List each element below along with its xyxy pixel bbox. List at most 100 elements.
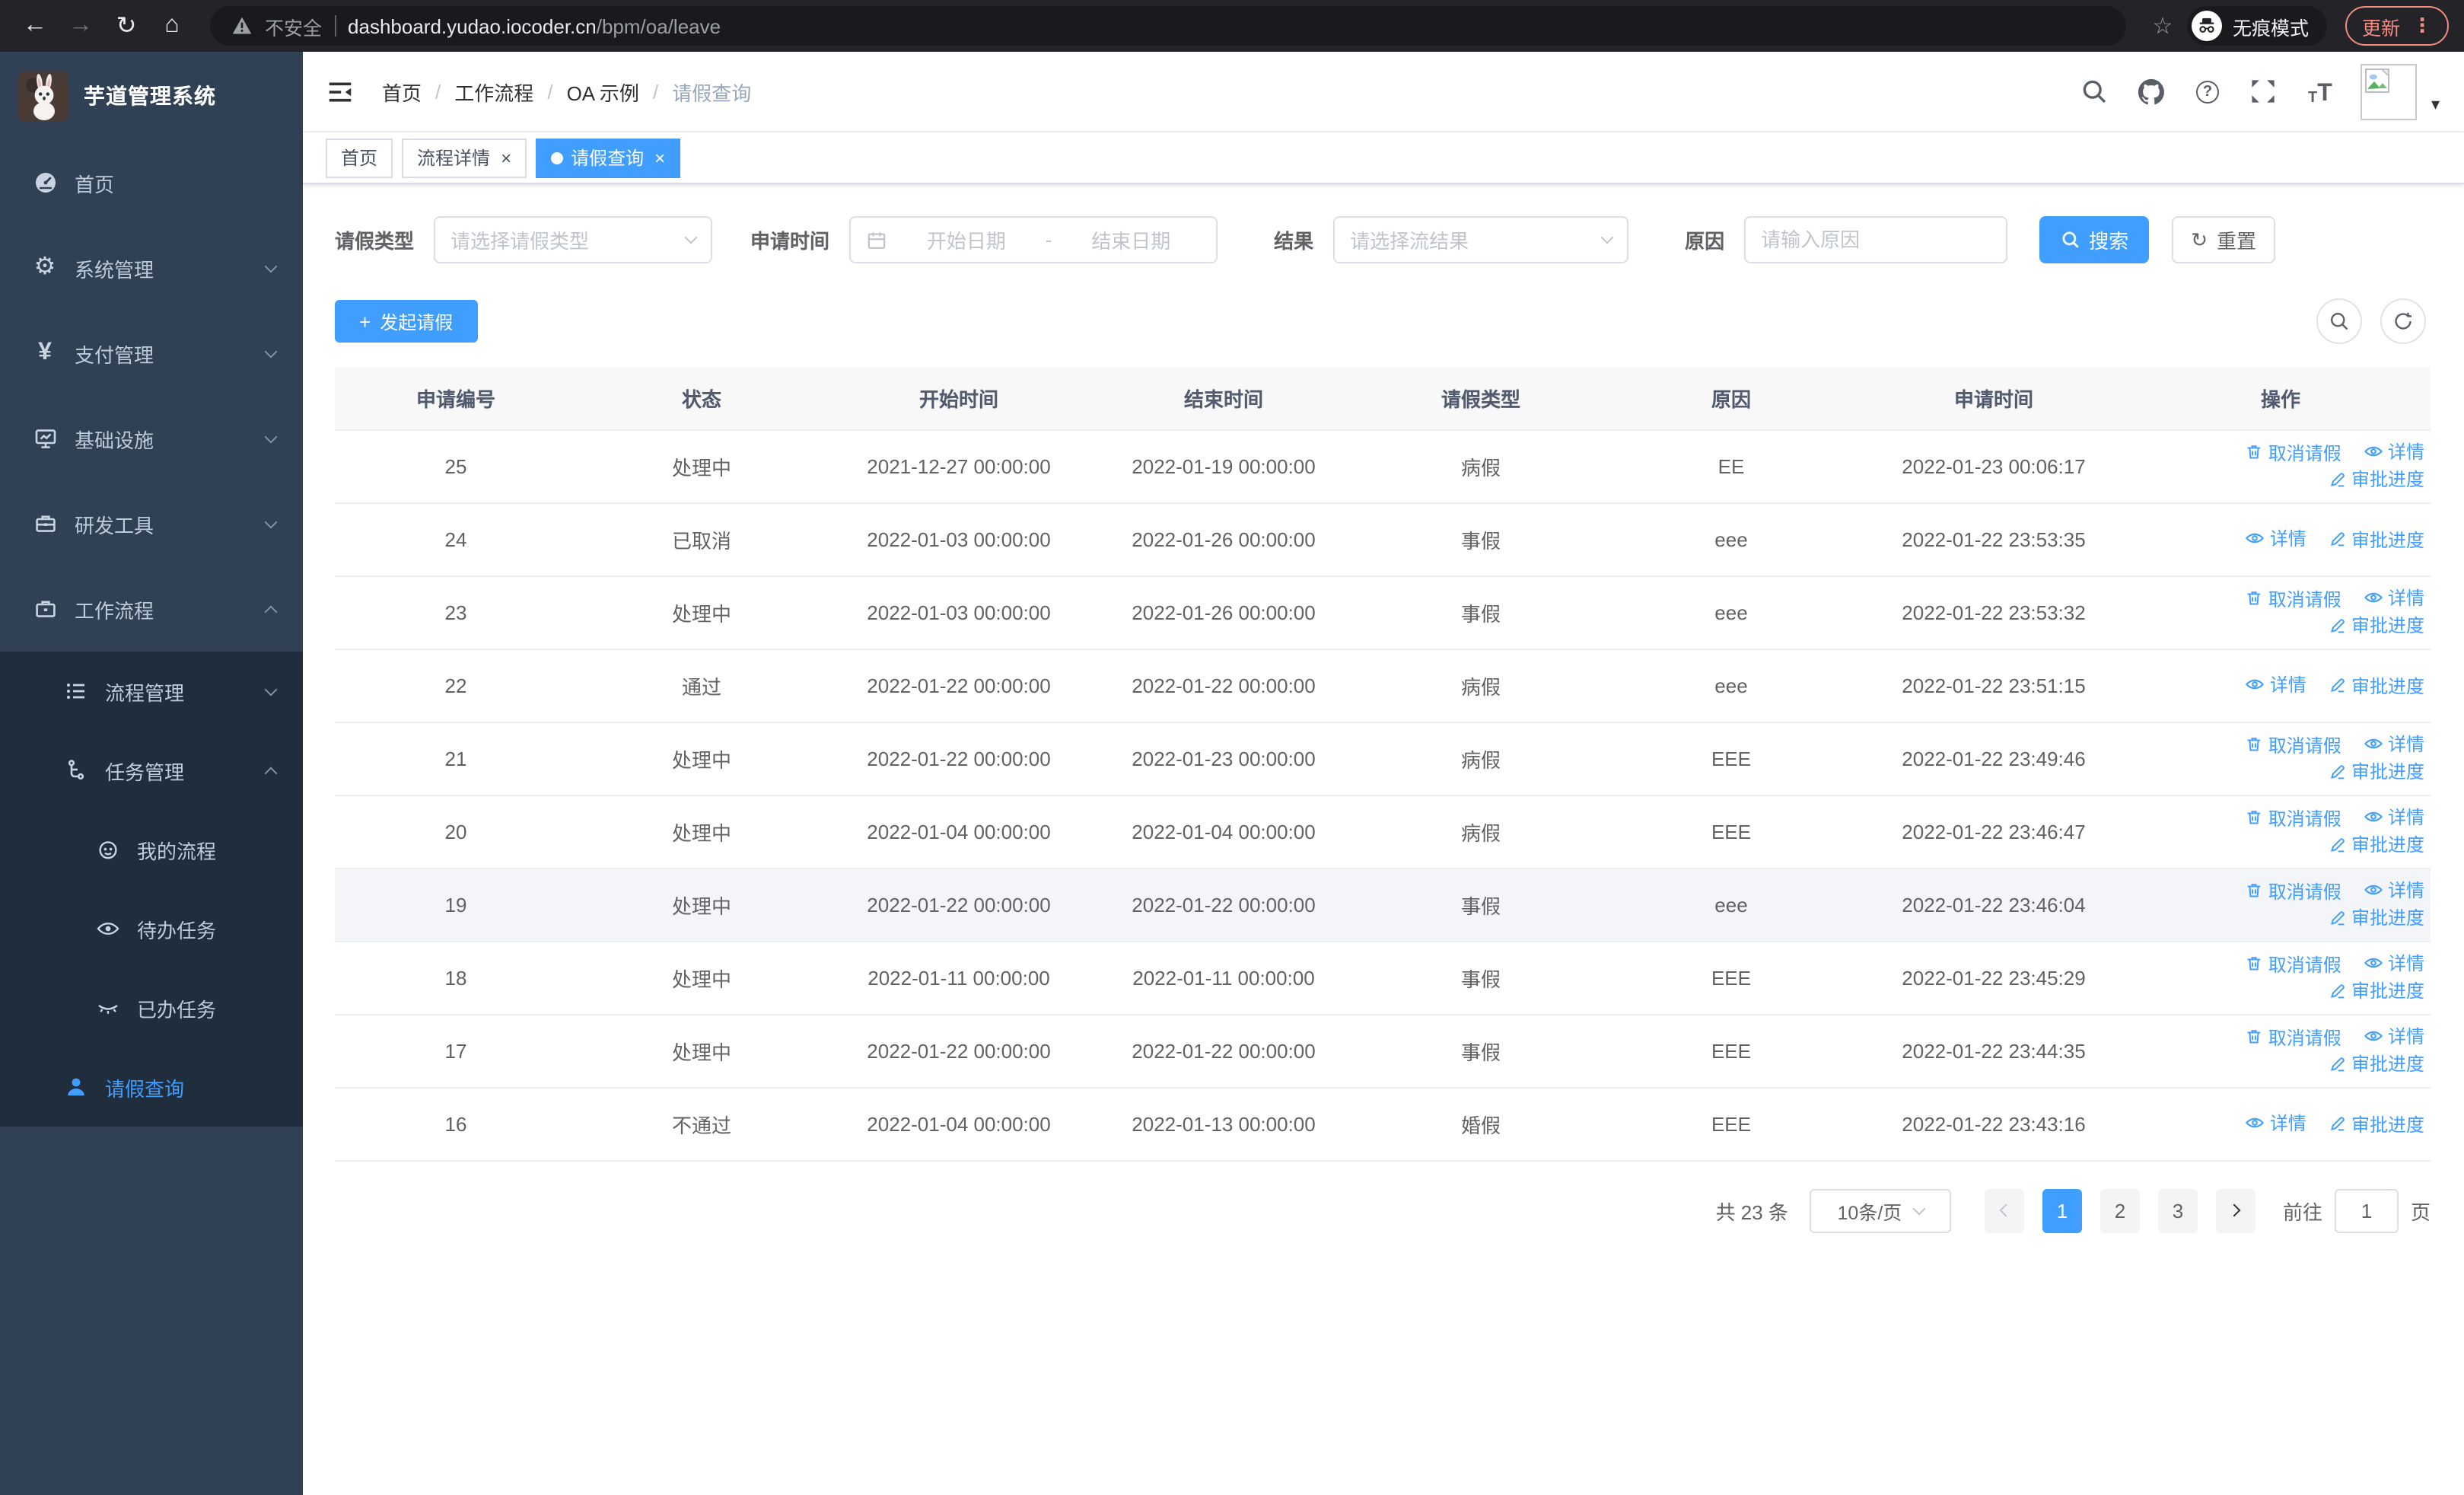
cell-apply-time: 2022-01-22 23:45:29 [1902, 966, 2086, 989]
home-icon[interactable]: ⌂ [152, 6, 192, 46]
sidebar-item-dev-tools[interactable]: 研发工具 [0, 481, 303, 566]
approval-progress-link[interactable]: 审批进度 [2329, 759, 2424, 785]
page-size-select[interactable]: 10条/页 [1809, 1188, 1951, 1232]
sidebar-item-workflow[interactable]: 工作流程 [0, 566, 303, 652]
reset-button[interactable]: ↻ 重置 [2172, 216, 2276, 263]
search-icon[interactable] [2080, 76, 2110, 107]
end-date-placeholder: 结束日期 [1091, 230, 1171, 253]
avatar-caret-icon[interactable]: ▾ [2431, 94, 2440, 113]
cell-apply-id: 22 [444, 674, 467, 696]
page-number-button[interactable]: 3 [2157, 1188, 2198, 1232]
create-leave-button[interactable]: + 发起请假 [335, 300, 478, 343]
cancel-leave-link[interactable]: 取消请假 [2246, 952, 2341, 977]
cell-end-time: 2022-01-23 00:00:00 [1132, 747, 1316, 770]
approval-progress-link[interactable]: 审批进度 [2329, 832, 2424, 858]
approval-progress-link[interactable]: 审批进度 [2329, 613, 2424, 639]
close-icon[interactable]: × [654, 147, 665, 168]
cancel-leave-link[interactable]: 取消请假 [2246, 732, 2341, 758]
cell-actions: 取消请假 详情 审批进度 [2131, 868, 2431, 941]
next-page-button[interactable] [2215, 1188, 2255, 1232]
detail-link[interactable]: 详情 [2364, 1024, 2424, 1050]
view-tab[interactable]: 流程详情 × [402, 138, 527, 177]
sidebar-collapse-icon[interactable] [326, 76, 356, 107]
cell-start-time: 2022-01-22 00:00:00 [867, 747, 1051, 770]
face-icon [94, 837, 120, 862]
detail-link[interactable]: 详情 [2364, 805, 2424, 830]
cancel-leave-link[interactable]: 取消请假 [2246, 805, 2341, 831]
address-bar[interactable]: 不安全 dashboard.yudao.iocoder.cn/bpm/oa/le… [210, 6, 2126, 46]
browser-menu-icon[interactable]: ⋮ [2412, 14, 2432, 38]
breadcrumb-home[interactable]: 首页 [382, 77, 422, 106]
cell-apply-id: 25 [444, 454, 467, 477]
forward-icon[interactable]: → [61, 6, 100, 46]
result-select[interactable]: 请选择流结果 [1333, 216, 1629, 263]
cell-apply-time: 2022-01-22 23:53:35 [1902, 528, 2086, 550]
approval-progress-link[interactable]: 审批进度 [2329, 1111, 2424, 1136]
cancel-leave-link[interactable]: 取消请假 [2246, 586, 2341, 612]
start-date-placeholder: 开始日期 [926, 230, 1006, 253]
detail-link[interactable]: 详情 [2364, 951, 2424, 977]
help-icon[interactable]: ? [2192, 76, 2223, 107]
detail-link[interactable]: 详情 [2246, 525, 2306, 551]
refresh-table-button[interactable] [2380, 298, 2426, 344]
incognito-badge: 无痕模式 [2186, 6, 2327, 46]
detail-link[interactable]: 详情 [2364, 439, 2424, 465]
breadcrumb-oa-example[interactable]: OA 示例 [567, 77, 639, 106]
cancel-leave-link[interactable]: 取消请假 [2246, 878, 2341, 904]
sidebar-item-payment-mgmt[interactable]: ¥ 支付管理 [0, 311, 303, 396]
bookmark-star-icon[interactable]: ☆ [2144, 12, 2181, 40]
cell-actions: 取消请假 详情 审批进度 [2131, 795, 2431, 868]
goto-page-input[interactable] [2334, 1188, 2399, 1232]
apply-time-range-picker[interactable]: 开始日期 - 结束日期 [849, 216, 1218, 263]
approval-progress-link[interactable]: 审批进度 [2329, 905, 2424, 931]
approval-progress-link[interactable]: 审批进度 [2329, 672, 2424, 698]
detail-link[interactable]: 详情 [2364, 878, 2424, 904]
reload-icon[interactable]: ↻ [107, 6, 146, 46]
detail-link[interactable]: 详情 [2246, 671, 2306, 697]
approval-progress-link[interactable]: 审批进度 [2329, 467, 2424, 492]
back-icon[interactable]: ← [15, 6, 55, 46]
col-apply-id: 申请编号 [415, 387, 495, 411]
breadcrumb-workflow[interactable]: 工作流程 [454, 77, 533, 106]
approval-progress-link[interactable]: 审批进度 [2329, 1051, 2424, 1077]
app-logo[interactable]: 芋道管理系统 [0, 52, 303, 140]
page-number-button[interactable]: 1 [2042, 1188, 2082, 1232]
view-tab[interactable]: 请假查询 × [536, 138, 681, 177]
approval-progress-link[interactable]: 审批进度 [2329, 978, 2424, 1004]
page-number-button[interactable]: 2 [2099, 1188, 2140, 1232]
prev-page-button[interactable] [1984, 1188, 2024, 1232]
sidebar-item-my-process[interactable]: 我的流程 [0, 810, 303, 889]
cancel-leave-link[interactable]: 取消请假 [2246, 440, 2341, 466]
detail-link[interactable]: 详情 [2246, 1110, 2306, 1136]
reason-input[interactable] [1744, 216, 2008, 263]
sidebar-item-home[interactable]: 首页 [0, 140, 303, 225]
sidebar-item-task-mgmt[interactable]: 任务管理 [0, 731, 303, 810]
tags-view-bar: 首页 × 流程详情 × 请假查询 × [303, 132, 2464, 184]
approval-progress-link[interactable]: 审批进度 [2329, 526, 2424, 552]
sidebar-item-leave-query[interactable]: 请假查询 [0, 1047, 303, 1127]
github-icon[interactable] [2136, 76, 2166, 107]
detail-link[interactable]: 详情 [2364, 732, 2424, 757]
show-search-button[interactable] [2316, 298, 2362, 344]
font-size-icon[interactable]: TT [2305, 76, 2335, 107]
sidebar-item-done-tasks[interactable]: 已办任务 [0, 968, 303, 1047]
logo-avatar-image [18, 71, 68, 121]
sidebar-item-process-mgmt[interactable]: 流程管理 [0, 652, 303, 731]
browser-update-button[interactable]: 更新 ⋮ [2345, 6, 2449, 46]
toolbox-icon [32, 511, 58, 537]
table-body: 25 处理中 2021-12-27 00:00:00 2022-01-19 00… [335, 429, 2431, 1160]
close-icon[interactable]: × [501, 147, 511, 168]
detail-link[interactable]: 详情 [2364, 585, 2424, 611]
sidebar-item-infrastructure[interactable]: 基础设施 [0, 396, 303, 481]
fullscreen-icon[interactable] [2249, 76, 2279, 107]
sidebar-item-system-mgmt[interactable]: ⚙ 系统管理 [0, 225, 303, 311]
avatar[interactable] [2361, 63, 2418, 120]
cell-reason: EEE [1711, 966, 1751, 989]
search-button[interactable]: 搜索 [2039, 216, 2150, 263]
chevron-down-icon [264, 259, 278, 273]
cancel-leave-link[interactable]: 取消请假 [2246, 1025, 2341, 1050]
sidebar-item-todo-tasks[interactable]: 待办任务 [0, 889, 303, 968]
view-tab[interactable]: 首页 × [326, 138, 393, 177]
leave-type-select[interactable]: 请选择请假类型 [434, 216, 713, 263]
cell-end-time: 2022-01-26 00:00:00 [1132, 601, 1316, 623]
